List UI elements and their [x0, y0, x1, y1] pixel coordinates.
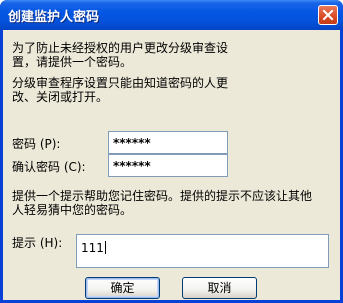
hint-field[interactable]: 111 — [76, 234, 329, 268]
confirm-password-label: 确认密码 (C): — [12, 160, 86, 174]
password-label: 密码 (P): — [12, 137, 61, 151]
confirm-password-field[interactable]: ****** — [108, 154, 228, 177]
password-field[interactable]: ****** — [108, 131, 228, 154]
hint-value: 111 — [81, 241, 104, 255]
window-title: 创建监护人密码 — [8, 10, 100, 25]
close-x-icon — [322, 9, 334, 21]
hint-help-line-2: 人轻易猜中您的密码。 — [12, 203, 133, 217]
cancel-button[interactable]: 取消 — [182, 277, 257, 299]
hint-label: 提示 (H): — [12, 236, 63, 250]
dialog-window: 创建监护人密码 为了防止未经授权的用户更改分级审查设 置，请提供一个密码。 分级… — [0, 0, 343, 303]
text-caret — [104, 241, 106, 254]
title-bar[interactable]: 创建监护人密码 — [0, 0, 343, 30]
info-line-2: 改、关闭或打开。 — [12, 90, 109, 104]
dialog-body: 为了防止未经授权的用户更改分级审查设 置，请提供一个密码。 分级审查程序设置只能… — [3, 30, 340, 300]
intro-line-2: 置，请提供一个密码。 — [12, 55, 133, 69]
confirm-password-value: ****** — [113, 159, 151, 173]
password-value: ****** — [113, 136, 151, 150]
close-button[interactable] — [318, 5, 338, 25]
ok-button[interactable]: 确定 — [85, 277, 160, 299]
